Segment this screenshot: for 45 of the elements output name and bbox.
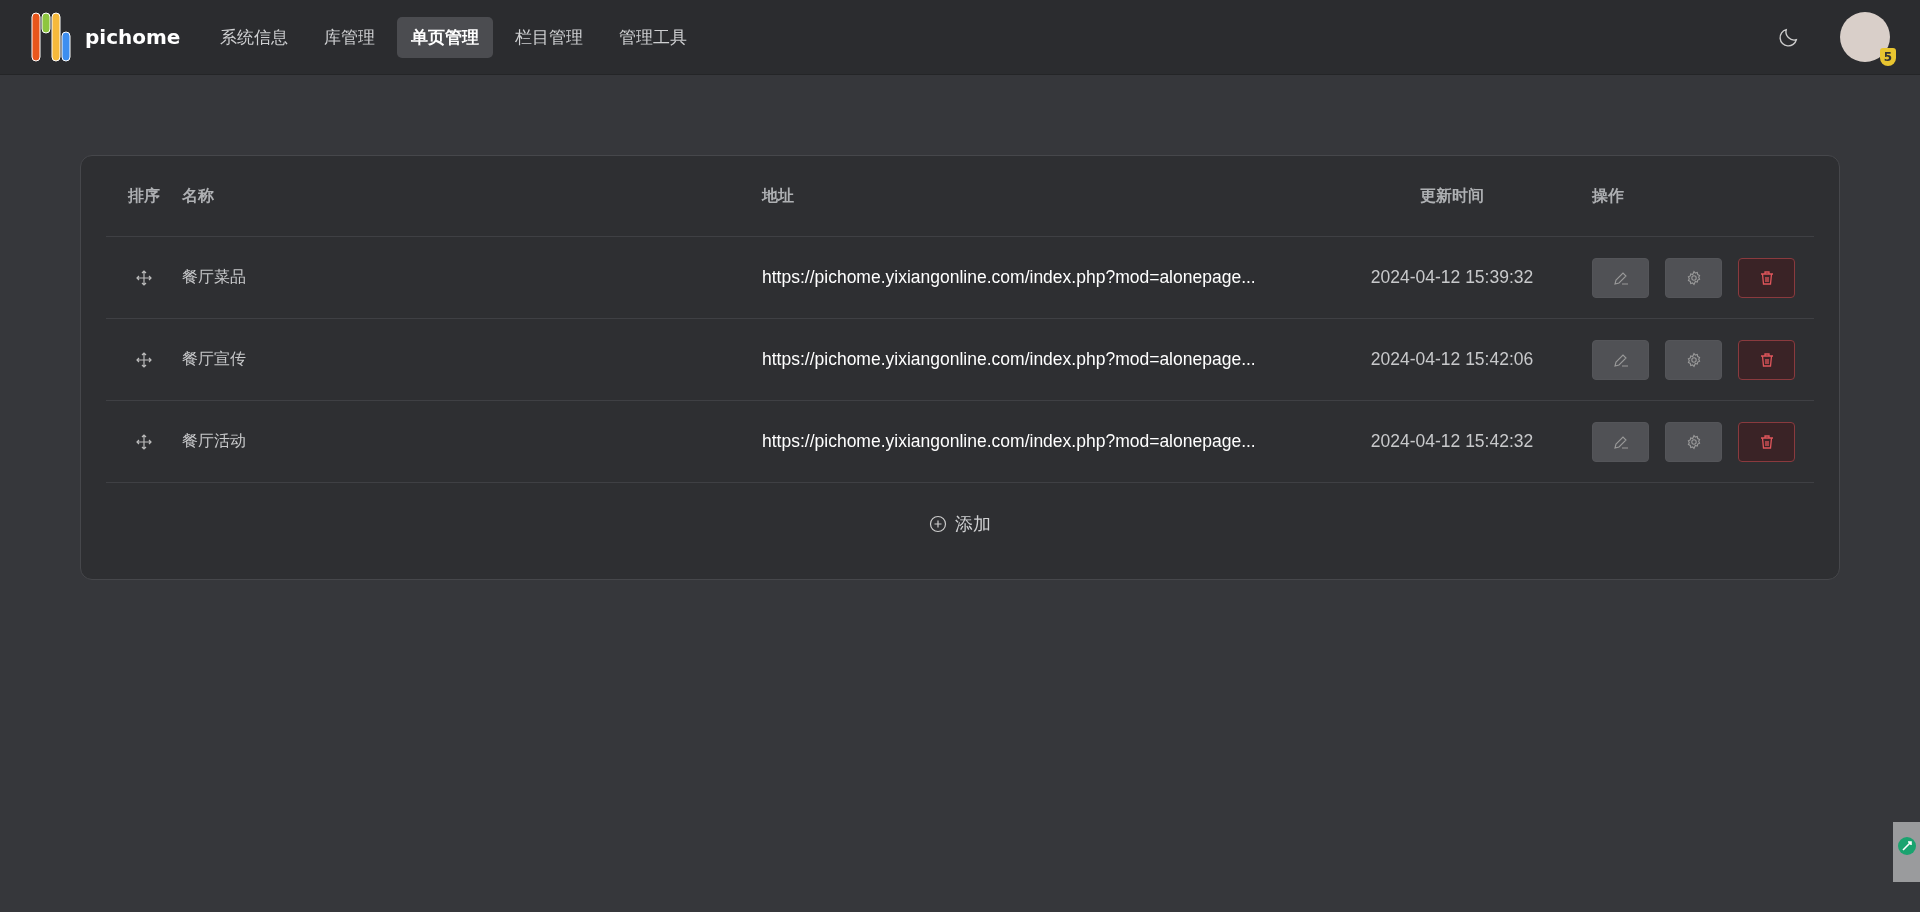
table-cell: 2024-04-12 15:39:32	[1370, 267, 1534, 287]
drag-handle-icon[interactable]	[135, 351, 152, 368]
nav-tab[interactable]: 管理工具	[605, 16, 702, 58]
column-header: 地址	[762, 185, 794, 205]
nav-tab[interactable]: 栏目管理	[501, 16, 598, 58]
settings-button[interactable]	[1665, 339, 1722, 380]
delete-button[interactable]	[1738, 257, 1795, 298]
table-cell: 2024-04-12 15:42:06	[1370, 349, 1534, 369]
settings-button[interactable]	[1665, 421, 1722, 462]
nav-tab[interactable]: 单页管理	[397, 16, 494, 58]
column-header: 名称	[182, 185, 214, 205]
settings-button[interactable]	[1665, 257, 1722, 298]
edit-button[interactable]	[1592, 257, 1649, 298]
column-header: 排序	[127, 185, 160, 207]
drag-handle-icon[interactable]	[135, 269, 152, 286]
table-cell: 餐厅宣传	[182, 349, 246, 368]
drag-handle-icon[interactable]	[135, 433, 152, 450]
url-text: https://pichome.yixiangonline.com/index.php?mod=alonepage...	[762, 267, 1256, 287]
nav-tab[interactable]: 系统信息	[206, 16, 303, 58]
edit-button[interactable]	[1592, 339, 1649, 380]
table-cell: 餐厅菜品	[182, 267, 246, 286]
table-cell: 餐厅活动	[182, 431, 246, 450]
plus-circle-icon	[929, 515, 947, 533]
settings-icon	[1685, 433, 1702, 450]
url-text: https://pichome.yixiangonline.com/index.php?mod=alonepage...	[762, 431, 1256, 451]
url-text: https://pichome.yixiangonline.com/index.php?mod=alonepage...	[762, 349, 1256, 369]
nav-tab[interactable]: 库管理	[310, 16, 390, 58]
delete-button[interactable]	[1738, 421, 1795, 462]
moon-icon[interactable]	[1778, 26, 1800, 48]
settings-icon	[1685, 269, 1702, 286]
trash-icon	[1758, 269, 1775, 286]
settings-icon	[1685, 351, 1702, 368]
avatar[interactable]	[1840, 12, 1890, 62]
brand-name: pichome	[85, 25, 181, 49]
edit-button[interactable]	[1592, 421, 1649, 462]
widget-icon	[1896, 836, 1917, 856]
logo-icon	[31, 12, 71, 62]
add-button[interactable]: 添加	[923, 511, 997, 537]
trash-icon	[1758, 351, 1775, 368]
column-header: 更新时间	[1420, 185, 1484, 205]
column-header: 操作	[1592, 185, 1624, 205]
delete-button[interactable]	[1738, 339, 1795, 380]
table-cell: 2024-04-12 15:42:32	[1370, 431, 1534, 451]
trash-icon	[1758, 433, 1775, 450]
level-badge: 5	[1880, 48, 1896, 66]
